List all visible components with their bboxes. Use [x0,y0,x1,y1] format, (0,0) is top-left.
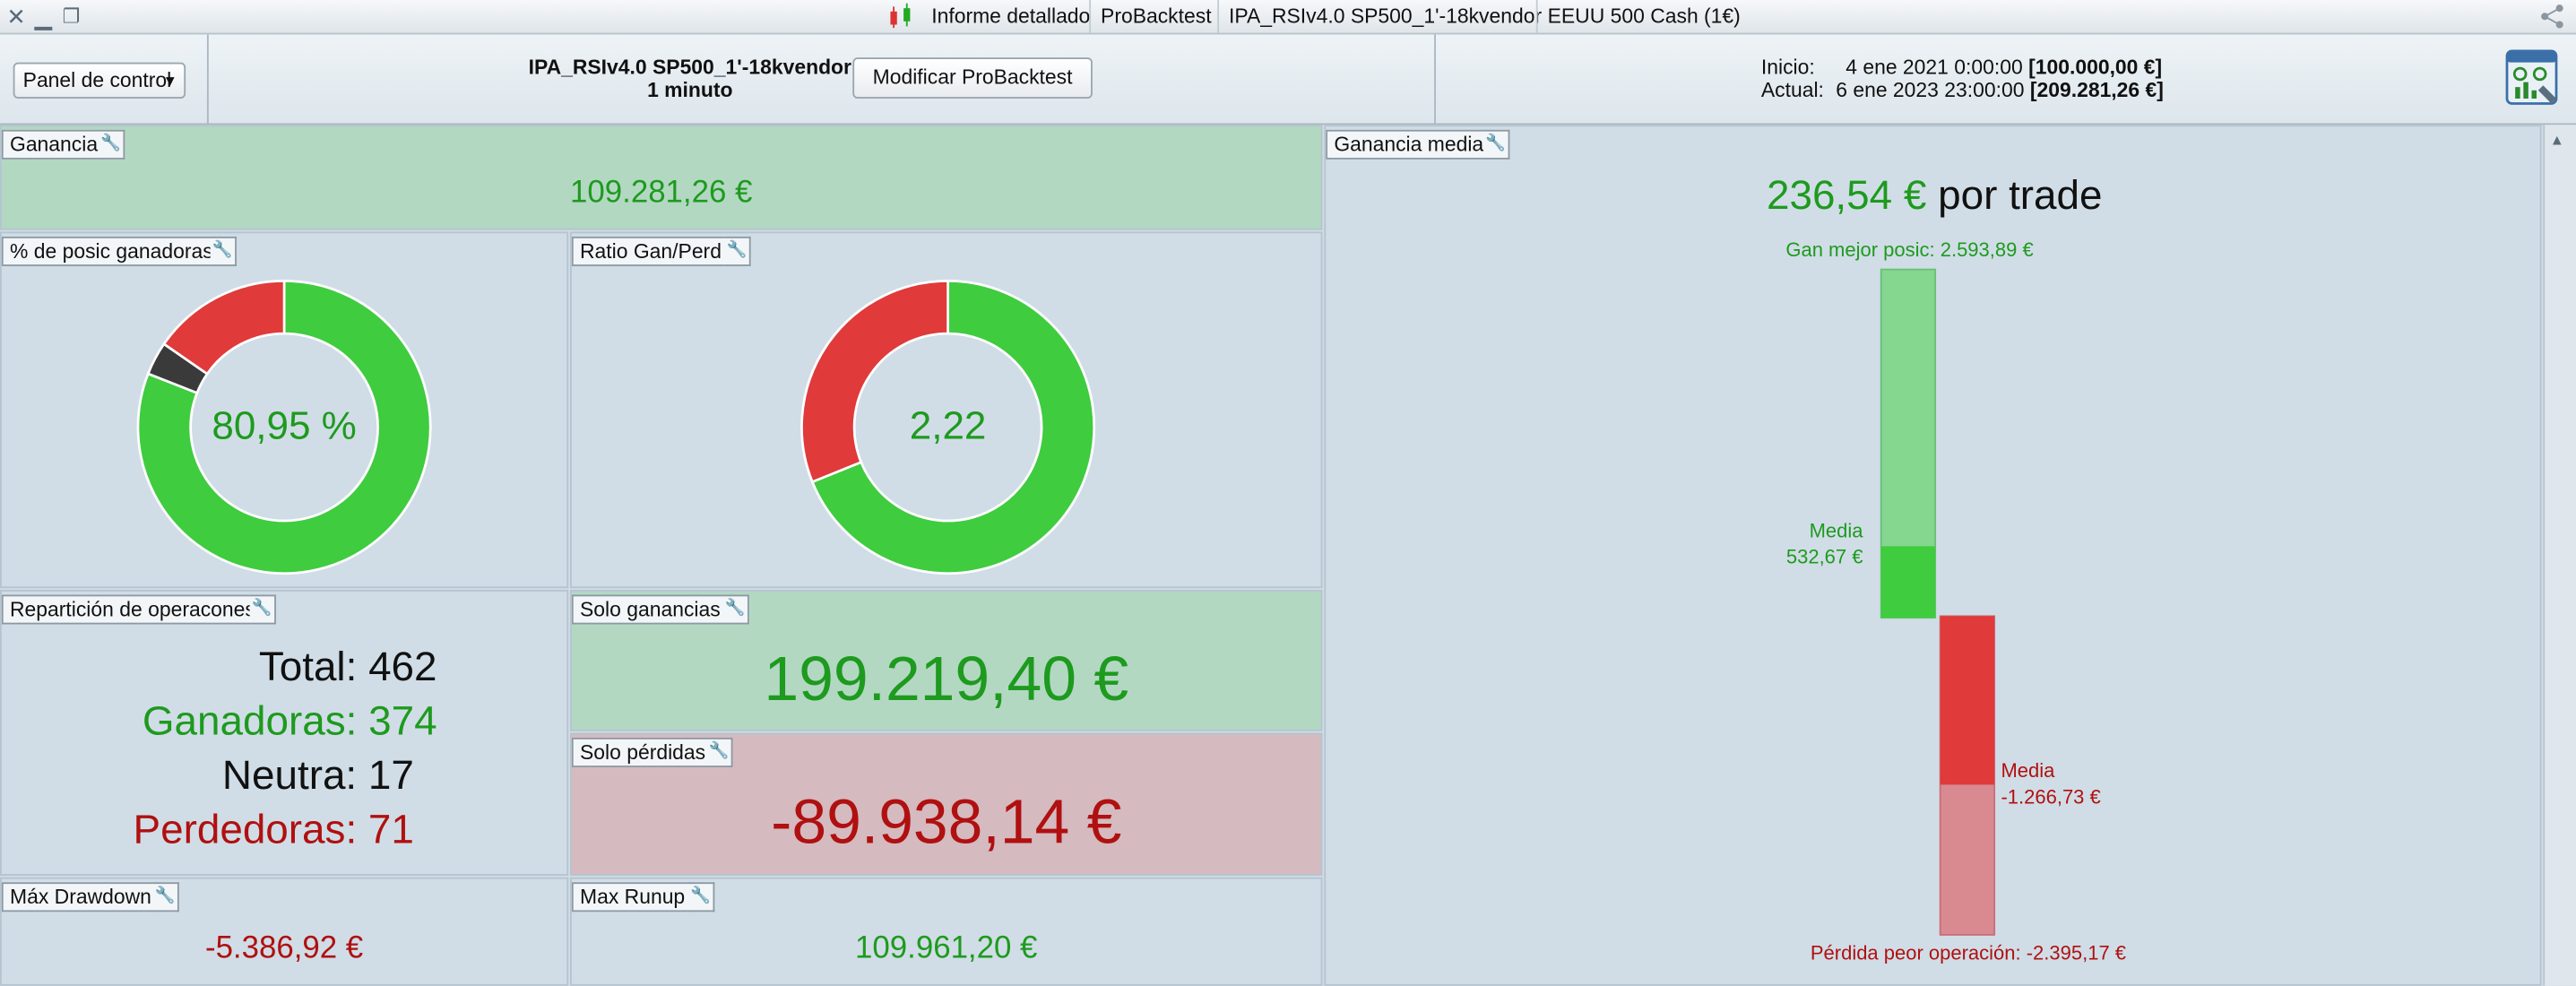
backtest-dates: Inicio: 4 ene 2021 0:00:00 [100.000,00 €… [1761,56,2164,101]
average-gain-panel: Ganancia media 🔧 236,54 € por trade Gan … [1324,125,2542,986]
total-trades: Total: 462 [258,644,437,690]
gross-profit-title: Solo ganancias [571,594,729,625]
wrench-icon[interactable]: 🔧 [98,129,125,160]
profit-title: Ganancia [1,129,107,160]
gross-loss-value: -89.938,14 € [771,788,1122,858]
system-info: IPA_RSIv4.0 SP500_1'-18kvendor 1 minuto [526,56,855,101]
close-icon[interactable]: ✕ [6,4,26,30]
restore-icon[interactable]: ❐ [63,4,81,30]
average-gain-bars [1880,268,1996,936]
gross-profit-panel: Solo ganancias 🔧 199.219,40 € [570,590,1323,731]
current-label: Actual: [1760,78,1824,102]
report-settings-icon[interactable] [2505,49,2561,108]
profit-panel: Ganancia 🔧 109.281,26 € [0,125,1323,230]
gross-profit-value: 199.219,40 € [764,645,1129,715]
timeframe: 1 minuto [647,78,733,102]
wrench-icon[interactable]: 🔧 [152,882,179,912]
max-drawdown-title: Máx Drawdown [1,882,160,912]
panel-select[interactable]: Panel de control ▼ [13,62,186,99]
trade-distribution-title: Repartición de operacones [1,594,264,625]
profit-value: 109.281,26 € [570,176,753,211]
winning-positions-value: 80,95 % [212,403,357,449]
tab-detailed-report[interactable]: Informe detallado [921,0,1100,33]
share-icon[interactable] [2538,4,2568,30]
win-loss-ratio-slice-1 [800,280,949,484]
losing-trades: Perdedoras: 71 [133,806,414,853]
scroll-up-icon[interactable]: ▲ [2550,132,2564,148]
average-win-value: 532,67 € [1785,545,1863,569]
candlestick-icon [890,3,911,29]
system-name: IPA_RSIv4.0 SP500_1'-18kvendor [528,56,851,79]
worst-trade-label: Pérdida peor operación: -2.395,17 € [1810,941,2127,964]
winning-positions-title: % de posic ganadoras [1,236,221,266]
max-runup-panel: Max Runup 🔧 109.961,20 € [570,877,1323,986]
winning-positions-panel: % de posic ganadoras 🔧 80,95 % [0,231,569,589]
average-loss-label: Media [2001,758,2055,783]
max-runup-title: Max Runup [571,882,694,912]
neutral-trades: Neutra: 17 [221,752,414,799]
window-titlebar: ✕ ▁ ❐ Informe detallado ProBacktest IPA_… [0,0,2576,35]
max-drawdown-panel: Máx Drawdown 🔧 -5.386,92 € [0,877,569,986]
modify-probacktest-button[interactable]: Modificar ProBacktest [852,57,1093,99]
average-loss-annotation: Media -1.266,73 € [2001,757,2100,810]
current-capital: [209.281,26 €] [2029,78,2164,102]
gross-loss-title: Solo pérdidas [571,737,714,767]
current-date: 6 ene 2023 23:00:00 [1836,78,2025,102]
average-win-label: Media [1809,519,1863,542]
max-runup-value: 109.961,20 € [855,931,1038,966]
wrench-icon[interactable]: 🔧 [687,882,715,912]
vertical-scrollbar[interactable]: ▲ [2543,125,2576,986]
panel-select-label: Panel de control [22,68,172,92]
average-loss-bar [1940,616,1995,785]
backtest-toolbar: Panel de control ▼ IPA_RSIv4.0 SP500_1'-… [0,34,2576,125]
winning-trades: Ganadoras: 374 [142,697,437,745]
average-loss-value: -1.266,73 € [2001,785,2101,809]
start-capital: [100.000,00 €] [2028,56,2163,79]
win-loss-ratio-value: 2,22 [909,403,987,449]
start-label: Inicio: [1760,56,1815,79]
average-win-bar [1880,546,1936,618]
win-loss-ratio-panel: Ratio Gan/Perd 🔧 2,22 [570,231,1323,589]
wrench-icon[interactable]: 🔧 [210,236,237,266]
wrench-icon[interactable]: 🔧 [706,737,733,767]
divider [1434,34,1436,124]
average-win-annotation: Media 532,67 € [1786,517,1863,570]
wrench-icon[interactable]: 🔧 [724,236,751,266]
tab-system-name[interactable]: IPA_RSIv4.0 SP500_1'-18kvendor [1217,0,1552,33]
win-loss-ratio-title: Ratio Gan/Perd [571,236,730,266]
max-drawdown-value: -5.386,92 € [204,931,364,966]
tab-instrument[interactable]: EEUU 500 Cash (1€) [1535,0,1750,33]
divider [206,34,209,124]
minimize-icon[interactable]: ▁ [34,4,52,30]
trade-distribution-panel: Repartición de operacones 🔧 Total: 462 G… [0,590,569,876]
chevron-down-icon: ▼ [162,72,177,89]
tab-probacktest[interactable]: ProBacktest [1089,0,1221,33]
wrench-icon[interactable]: 🔧 [249,594,276,625]
wrench-icon[interactable]: 🔧 [722,594,749,625]
start-date: 4 ene 2021 0:00:00 [1846,56,2023,79]
gross-loss-panel: Solo pérdidas 🔧 -89.938,14 € [570,732,1323,876]
